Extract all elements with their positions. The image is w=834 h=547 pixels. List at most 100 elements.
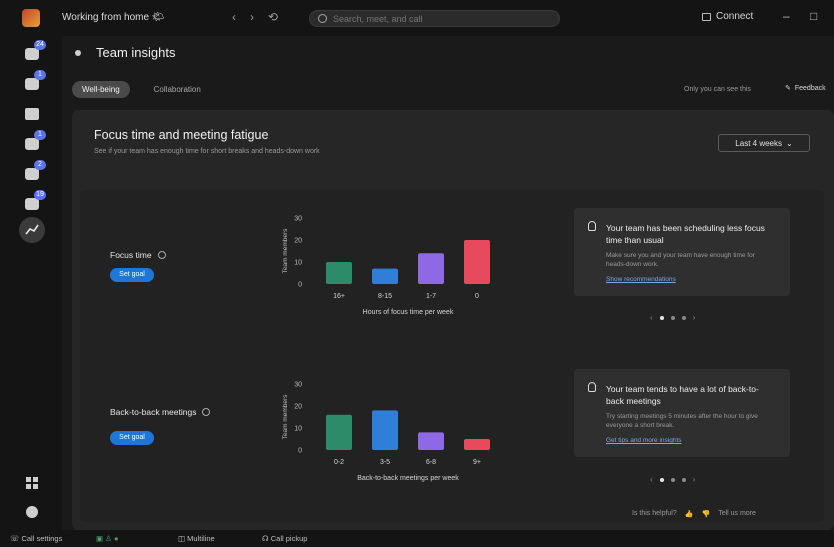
focus-time-label: Focus time (110, 250, 166, 260)
next-icon[interactable]: › (693, 313, 696, 322)
rail-badge: 1 (34, 70, 46, 80)
pager-dot[interactable] (670, 315, 675, 320)
x-tick-label: 8-15 (378, 293, 392, 300)
pager-dot[interactable] (670, 477, 675, 482)
tab-collaboration[interactable]: Collaboration (144, 81, 211, 98)
feedback-button[interactable]: ✎ Feedback (785, 84, 826, 93)
date-range-dropdown[interactable]: Last 4 weeks ⌄ (718, 134, 810, 152)
bar (372, 268, 398, 284)
focus-set-goal-button[interactable]: Set goal (110, 268, 154, 282)
rail-meetings[interactable]: 2 (22, 160, 46, 184)
bar (418, 253, 444, 284)
call-pickup-icon: ☊ (262, 534, 271, 543)
info-icon[interactable] (157, 251, 166, 259)
insight-body: Try starting meetings 5 minutes after th… (606, 413, 758, 429)
pager-dot[interactable] (659, 315, 664, 320)
insight-link[interactable]: Show recommendations (606, 276, 676, 283)
thumbs-up-icon[interactable]: 👍 (685, 510, 694, 518)
next-icon[interactable]: › (693, 475, 696, 484)
x-axis-label: Back-to-back meetings per week (357, 475, 459, 482)
pager-dot[interactable] (659, 477, 664, 482)
helpful-bar: Is this helpful? 👍 👎 Tell us more (632, 510, 756, 518)
prev-icon[interactable]: ‹ (650, 313, 653, 322)
insight-title: Your team has been scheduling less focus… (606, 223, 765, 245)
info-icon[interactable] (202, 408, 211, 416)
rail-calendar[interactable] (22, 104, 42, 124)
pager-dot[interactable] (681, 477, 686, 482)
connect-label: Connect (716, 11, 754, 22)
connect-button[interactable]: Connect (702, 11, 753, 22)
b2b-set-goal-button[interactable]: Set goal (110, 431, 154, 445)
y-tick-label: 0 (298, 448, 302, 455)
lightbulb-icon (588, 382, 596, 392)
b2b-meetings-label: Back-to-back meetings (110, 407, 211, 417)
x-tick-label: 0-2 (334, 459, 344, 466)
date-range-value: Last 4 weeks (735, 138, 782, 148)
metric-label-text: Back-to-back meetings (110, 407, 197, 417)
x-tick-label: 16+ (333, 293, 345, 300)
bar (326, 414, 352, 450)
status-bar: ☏ Call settings ▣ ♙ ● ◫ Multiline ☊ Call… (0, 530, 834, 547)
back-arrow-icon[interactable]: ‹ (232, 10, 236, 24)
status-indicators[interactable]: ▣ ♙ ● (96, 534, 119, 543)
x-tick-label: 6-8 (426, 459, 436, 466)
y-tick-label: 20 (294, 404, 302, 411)
tell-us-more-link[interactable]: Tell us more (718, 510, 756, 518)
chevron-down-icon: ⌄ (786, 138, 793, 148)
y-axis-label: Team members (282, 228, 289, 274)
multiline-button[interactable]: ◫ Multiline (178, 534, 215, 543)
b2b-meetings-chart-svg: Team members 0 10 20 30 0-2 3-5 6-8 9+ Back-to-ba… (282, 382, 490, 482)
y-axis-label: Team members (282, 394, 289, 440)
minimize-button[interactable]: – (783, 9, 790, 23)
history-nav: ‹ › ⟲ (232, 10, 278, 24)
insight-link[interactable]: Get tips and more insights (606, 437, 682, 444)
rail-insights[interactable] (19, 217, 45, 243)
call-settings-button[interactable]: ☏ Call settings (10, 534, 62, 543)
rail-contacts[interactable]: 19 (22, 190, 46, 214)
insight-title: Your team tends to have a lot of back-to… (606, 384, 759, 406)
call-pickup-button[interactable]: ☊ Call pickup (262, 534, 307, 543)
rail-calling[interactable]: 1 (22, 130, 46, 154)
rail-teams[interactable]: 1 (22, 70, 46, 94)
visibility-note: Only you can see this (684, 86, 751, 93)
help-icon (26, 506, 38, 518)
x-tick-label: 0 (475, 293, 479, 300)
lightbulb-icon (588, 221, 596, 231)
history-icon[interactable]: ⟲ (268, 10, 278, 24)
tab-well-being[interactable]: Well-being (72, 81, 130, 98)
helpful-prompt: Is this helpful? (632, 510, 677, 517)
search-input[interactable] (333, 13, 543, 24)
y-tick-label: 10 (294, 260, 302, 267)
user-avatar[interactable] (22, 9, 40, 27)
x-axis-label: Hours of focus time per week (363, 309, 454, 316)
tab-bar: Well-being Collaboration (72, 81, 211, 98)
b2b-meetings-chart: Team members 0 10 20 30 0-2 3-5 6-8 9+ Back-to-ba… (278, 374, 508, 495)
insight-body: Make sure you and your team have enough … (606, 252, 755, 268)
y-tick-label: 20 (294, 238, 302, 245)
rail-help[interactable] (22, 502, 42, 522)
pager-dot[interactable] (681, 315, 686, 320)
thumbs-down-icon[interactable]: 👎 (701, 510, 710, 518)
page-title: Team insights (96, 45, 176, 60)
multiline-icon: ◫ (178, 534, 188, 543)
rail-badge: 1 (34, 130, 46, 140)
focus-time-chart-svg: Team members 0 10 20 30 16+ 8-15 1-7 0 Hours of f… (282, 216, 490, 316)
calendar-icon (25, 108, 39, 120)
bar (418, 432, 444, 450)
x-tick-label: 1-7 (426, 293, 436, 300)
search-bar[interactable] (309, 10, 560, 27)
prev-icon[interactable]: ‹ (650, 475, 653, 484)
rail-badge: 24 (34, 40, 46, 50)
rail-messaging[interactable]: 24 (22, 40, 46, 64)
maximize-button[interactable]: □ (810, 9, 817, 23)
app-rail: 24 1 1 2 19 (0, 36, 62, 530)
insight-pager: ‹ › (650, 475, 695, 484)
x-tick-label: 3-5 (380, 459, 390, 466)
connect-icon (702, 12, 711, 21)
rail-apps[interactable] (22, 473, 42, 493)
bar (372, 410, 398, 450)
bar (464, 240, 490, 284)
card-title: Focus time and meeting fatigue (94, 128, 269, 142)
forward-arrow-icon[interactable]: › (250, 10, 254, 24)
call-settings-icon: ☏ (10, 534, 22, 543)
